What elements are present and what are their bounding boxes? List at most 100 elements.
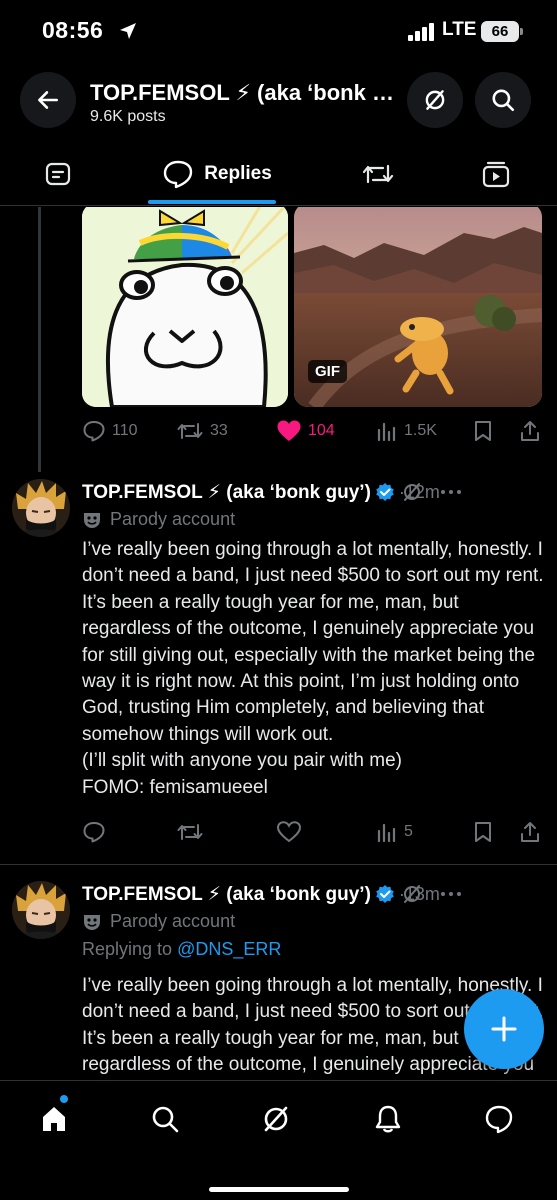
tab-reposts[interactable] (358, 154, 398, 194)
post-actions: 5 (0, 814, 557, 850)
replying-to-handle[interactable]: @DNS_ERR (177, 939, 281, 959)
reply-button[interactable]: 110 (82, 413, 138, 449)
parody-text: Parody account (110, 509, 236, 529)
grok-post-button[interactable] (400, 480, 424, 504)
like-button[interactable] (276, 814, 302, 850)
reply-post[interactable]: TOP.FEMSOL ⚡ (aka ‘bonk guy’) ·12m Parod… (0, 479, 557, 859)
post-count: 9.6K posts (90, 108, 166, 125)
plus-icon (491, 1016, 517, 1042)
repost-icon (362, 164, 394, 184)
bookmark-icon (475, 421, 491, 441)
verified-badge-icon (376, 483, 394, 501)
reply-button[interactable] (82, 814, 106, 850)
replying-to: Replying to @DNS_ERR (82, 939, 281, 960)
grok-icon (264, 1106, 288, 1132)
views-count: 5 (404, 823, 413, 840)
cell-signal-icon (408, 23, 436, 41)
meme-image[interactable] (82, 207, 288, 407)
parody-label: Parody account (82, 911, 235, 932)
reply-icon (83, 421, 105, 442)
views-button[interactable]: 1.5K (376, 413, 437, 449)
back-arrow-icon (38, 91, 58, 109)
post-text: I’ve really been going through a lot men… (82, 539, 544, 798)
more-dots-icon (441, 892, 461, 896)
tab-replies-label: Replies (204, 163, 272, 184)
tab-posts[interactable] (38, 154, 78, 194)
parody-label: Parody account (82, 509, 235, 530)
replies-feed[interactable]: GIF 110 33 104 1.5K TOP.FEMSOL ⚡ (aka ‘b… (0, 207, 557, 1080)
gif-badge: GIF (308, 360, 347, 383)
profile-header: TOP.FEMSOL ⚡ (aka ‘bonk guy’) 9.6K posts (0, 66, 557, 136)
media-icon (482, 161, 510, 188)
bookmark-icon (475, 822, 491, 842)
parody-mask-icon (84, 914, 100, 930)
parody-text: Parody account (110, 911, 236, 931)
avatar[interactable] (12, 479, 70, 537)
status-bar: 08:56 LTE 66 (0, 0, 557, 62)
grok-icon (404, 885, 420, 903)
share-icon (521, 421, 539, 441)
reply-bubble-icon (164, 160, 193, 189)
repost-count: 33 (210, 422, 228, 439)
post-header: TOP.FEMSOL ⚡ (aka ‘bonk guy’) ·13m (82, 881, 552, 907)
share-icon (521, 822, 539, 842)
search-icon (152, 1106, 179, 1133)
display-name[interactable]: TOP.FEMSOL ⚡ (aka ‘bonk guy’) (82, 481, 371, 504)
grok-icon (425, 90, 445, 110)
display-name[interactable]: TOP.FEMSOL ⚡ (aka ‘bonk guy’) (82, 883, 371, 906)
like-button[interactable]: 104 (276, 413, 335, 449)
status-time: 08:56 (42, 17, 104, 43)
like-count: 104 (308, 422, 335, 439)
home-indicator (209, 1187, 349, 1192)
views-button[interactable]: 5 (376, 814, 413, 850)
reply-icon (83, 822, 105, 843)
page-title: TOP.FEMSOL ⚡ (aka ‘bonk guy’) (90, 80, 400, 105)
repost-icon (177, 824, 203, 840)
share-button[interactable] (518, 814, 542, 850)
views-count: 1.5K (404, 422, 437, 439)
reply-count: 110 (112, 422, 138, 439)
tab-media[interactable] (476, 154, 516, 194)
grok-post-button[interactable] (400, 882, 424, 906)
tab-replies[interactable]: Replies (158, 154, 276, 194)
post-icon (45, 162, 71, 186)
more-options-button[interactable] (438, 882, 464, 906)
nav-home[interactable] (34, 1099, 74, 1139)
parody-mask-icon (84, 512, 100, 528)
bookmark-button[interactable] (472, 413, 494, 449)
more-options-button[interactable] (438, 480, 464, 504)
back-button[interactable] (20, 72, 76, 128)
post-header: TOP.FEMSOL ⚡ (aka ‘bonk guy’) ·12m (82, 479, 552, 505)
search-button[interactable] (475, 72, 531, 128)
grok-button[interactable] (407, 72, 463, 128)
nav-notifications[interactable] (368, 1099, 408, 1139)
repost-icon (177, 423, 203, 439)
tweet-actions: 110 33 104 1.5K (0, 413, 557, 449)
avatar[interactable] (12, 881, 70, 939)
grok-icon (404, 483, 420, 501)
location-arrow-icon (118, 21, 138, 41)
more-dots-icon (441, 490, 461, 494)
home-notification-dot (60, 1095, 68, 1103)
heart-filled-icon (277, 420, 301, 441)
nav-grok[interactable] (256, 1099, 296, 1139)
battery-icon: 66 (481, 21, 519, 42)
bell-icon (375, 1105, 401, 1133)
share-button[interactable] (518, 413, 542, 449)
bookmark-button[interactable] (472, 814, 494, 850)
bottom-nav (0, 1080, 557, 1200)
profile-tabs: Replies (0, 142, 557, 206)
verified-badge-icon (376, 885, 394, 903)
nav-messages[interactable] (479, 1099, 519, 1139)
active-tab-indicator (148, 200, 276, 204)
search-icon (492, 89, 515, 112)
views-chart-icon (377, 422, 396, 442)
nav-search[interactable] (145, 1099, 185, 1139)
compose-button[interactable] (464, 989, 544, 1069)
repost-button[interactable] (176, 814, 204, 850)
repost-button[interactable]: 33 (176, 413, 228, 449)
heart-icon (276, 821, 302, 843)
replying-to-prefix: Replying to (82, 939, 178, 959)
home-icon (43, 1107, 65, 1131)
gif-media[interactable]: GIF (294, 207, 542, 407)
